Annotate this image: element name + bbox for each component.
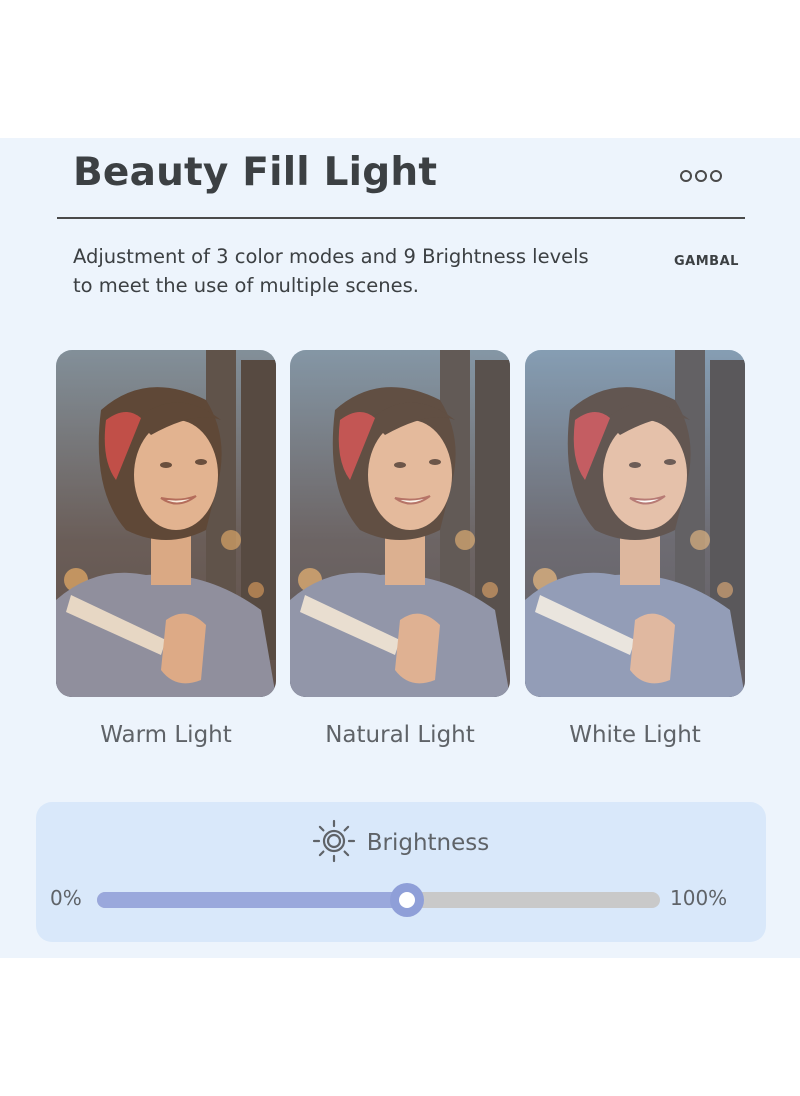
dot-icon	[710, 170, 722, 182]
photo-natural-light	[290, 350, 510, 697]
brightness-header: Brightness	[0, 818, 800, 868]
dot-icon	[695, 170, 707, 182]
title-divider	[57, 217, 745, 219]
sun-icon	[311, 818, 357, 868]
description-line-2: to meet the use of multiple scenes.	[73, 274, 419, 297]
description-line-1: Adjustment of 3 color modes and 9 Bright…	[73, 245, 589, 268]
caption-warm-light: Warm Light	[100, 722, 232, 748]
brightness-min-label: 0%	[50, 886, 82, 910]
photo-warm-light	[56, 350, 276, 697]
caption-white-light: White Light	[569, 722, 701, 748]
description: Adjustment of 3 color modes and 9 Bright…	[73, 242, 633, 300]
brightness-max-label: 100%	[670, 886, 728, 910]
brightness-slider-thumb[interactable]	[390, 883, 424, 917]
photo-white-light	[525, 350, 745, 697]
dot-icon	[680, 170, 692, 182]
brightness-slider-track[interactable]	[97, 892, 660, 908]
brightness-label: Brightness	[366, 830, 490, 856]
three-dots-icon[interactable]	[680, 170, 722, 182]
brightness-slider-fill	[97, 892, 407, 908]
brand-name: GAMBAL	[674, 254, 739, 269]
page-title: Beauty Fill Light	[73, 150, 438, 195]
caption-natural-light: Natural Light	[325, 722, 475, 748]
